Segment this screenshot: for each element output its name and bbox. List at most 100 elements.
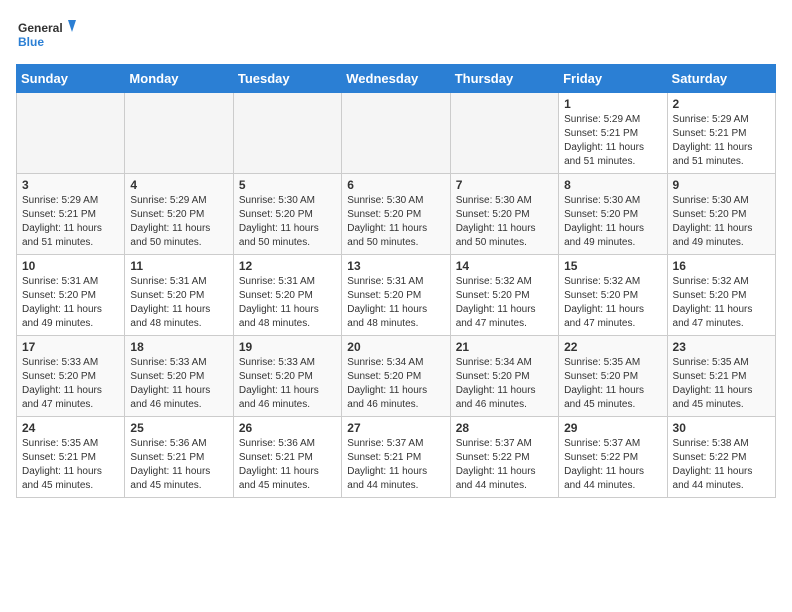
- calendar-week-1: 1 Sunrise: 5:29 AM Sunset: 5:21 PM Daylig…: [17, 93, 776, 174]
- day-number: 28: [456, 421, 553, 435]
- day-number: 7: [456, 178, 553, 192]
- calendar-cell: 9 Sunrise: 5:30 AM Sunset: 5:20 PM Daylig…: [667, 174, 775, 255]
- calendar-cell: 28 Sunrise: 5:37 AM Sunset: 5:22 PM Dayli…: [450, 417, 558, 498]
- day-number: 13: [347, 259, 444, 273]
- day-info: Sunrise: 5:29 AM Sunset: 5:21 PM Dayligh…: [22, 194, 119, 250]
- calendar-cell: 15 Sunrise: 5:32 AM Sunset: 5:20 PM Dayli…: [559, 255, 667, 336]
- day-number: 9: [673, 178, 770, 192]
- calendar-cell: 17 Sunrise: 5:33 AM Sunset: 5:20 PM Dayli…: [17, 336, 125, 417]
- calendar-cell: 5Sunrise: 5:30 AM Sunset: 5:20 PM Daylig…: [233, 174, 341, 255]
- day-number: 26: [239, 421, 336, 435]
- calendar-cell: 18 Sunrise: 5:33 AM Sunset: 5:20 PM Dayli…: [125, 336, 233, 417]
- calendar-week-3: 10 Sunrise: 5:31 AM Sunset: 5:20 PM Dayli…: [17, 255, 776, 336]
- calendar-cell: 4 Sunrise: 5:29 AM Sunset: 5:20 PM Daylig…: [125, 174, 233, 255]
- calendar-cell: 25 Sunrise: 5:36 AM Sunset: 5:21 PM Dayli…: [125, 417, 233, 498]
- day-number: 18: [130, 340, 227, 354]
- day-info: Sunrise: 5:36 AM Sunset: 5:21 PM Dayligh…: [239, 437, 336, 493]
- calendar-cell: 1 Sunrise: 5:29 AM Sunset: 5:21 PM Daylig…: [559, 93, 667, 174]
- day-number: 29: [564, 421, 661, 435]
- day-info: Sunrise: 5:29 AM Sunset: 5:20 PM Dayligh…: [130, 194, 227, 250]
- calendar-cell: 12 Sunrise: 5:31 AM Sunset: 5:20 PM Dayli…: [233, 255, 341, 336]
- day-info: Sunrise: 5:38 AM Sunset: 5:22 PM Dayligh…: [673, 437, 770, 493]
- calendar-cell: [342, 93, 450, 174]
- day-number: 16: [673, 259, 770, 273]
- day-info: Sunrise: 5:29 AM Sunset: 5:21 PM Dayligh…: [673, 113, 770, 169]
- calendar-cell: 24 Sunrise: 5:35 AM Sunset: 5:21 PM Dayli…: [17, 417, 125, 498]
- day-number: 15: [564, 259, 661, 273]
- day-number: 11: [130, 259, 227, 273]
- day-info: Sunrise: 5:31 AM Sunset: 5:20 PM Dayligh…: [239, 275, 336, 331]
- calendar-week-5: 24 Sunrise: 5:35 AM Sunset: 5:21 PM Dayli…: [17, 417, 776, 498]
- day-number: 30: [673, 421, 770, 435]
- day-number: 24: [22, 421, 119, 435]
- day-info: Sunrise: 5:30 AM Sunset: 5:20 PM Dayligh…: [673, 194, 770, 250]
- page-header: General Blue: [16, 16, 776, 56]
- calendar-cell: 19Sunrise: 5:33 AM Sunset: 5:20 PM Dayli…: [233, 336, 341, 417]
- calendar-table: SundayMondayTuesdayWednesdayThursdayFrid…: [16, 64, 776, 498]
- weekday-header-friday: Friday: [559, 65, 667, 93]
- day-info: Sunrise: 5:32 AM Sunset: 5:20 PM Dayligh…: [456, 275, 553, 331]
- calendar-cell: 8 Sunrise: 5:30 AM Sunset: 5:20 PM Daylig…: [559, 174, 667, 255]
- day-number: 6: [347, 178, 444, 192]
- calendar-cell: 30 Sunrise: 5:38 AM Sunset: 5:22 PM Dayli…: [667, 417, 775, 498]
- day-info: Sunrise: 5:33 AM Sunset: 5:20 PM Dayligh…: [22, 356, 119, 412]
- day-info: Sunrise: 5:34 AM Sunset: 5:20 PM Dayligh…: [456, 356, 553, 412]
- day-info: Sunrise: 5:35 AM Sunset: 5:21 PM Dayligh…: [673, 356, 770, 412]
- calendar-cell: 23 Sunrise: 5:35 AM Sunset: 5:21 PM Dayli…: [667, 336, 775, 417]
- day-number: 3: [22, 178, 119, 192]
- day-number: 25: [130, 421, 227, 435]
- calendar-cell: [125, 93, 233, 174]
- day-info: Sunrise: 5:37 AM Sunset: 5:21 PM Dayligh…: [347, 437, 444, 493]
- calendar-cell: 20 Sunrise: 5:34 AM Sunset: 5:20 PM Dayli…: [342, 336, 450, 417]
- day-info: Sunrise: 5:33 AM Sunset: 5:20 PM Dayligh…: [239, 356, 336, 412]
- weekday-header-tuesday: Tuesday: [233, 65, 341, 93]
- day-info: Sunrise: 5:30 AM Sunset: 5:20 PM Dayligh…: [347, 194, 444, 250]
- day-info: Sunrise: 5:36 AM Sunset: 5:21 PM Dayligh…: [130, 437, 227, 493]
- calendar-cell: 10 Sunrise: 5:31 AM Sunset: 5:20 PM Dayli…: [17, 255, 125, 336]
- calendar-cell: [233, 93, 341, 174]
- calendar-cell: [17, 93, 125, 174]
- calendar-cell: 11 Sunrise: 5:31 AM Sunset: 5:20 PM Dayli…: [125, 255, 233, 336]
- weekday-header-sunday: Sunday: [17, 65, 125, 93]
- day-number: 12: [239, 259, 336, 273]
- day-number: 1: [564, 97, 661, 111]
- calendar-cell: 6 Sunrise: 5:30 AM Sunset: 5:20 PM Daylig…: [342, 174, 450, 255]
- calendar-week-4: 17 Sunrise: 5:33 AM Sunset: 5:20 PM Dayli…: [17, 336, 776, 417]
- day-number: 10: [22, 259, 119, 273]
- day-info: Sunrise: 5:31 AM Sunset: 5:20 PM Dayligh…: [347, 275, 444, 331]
- day-info: Sunrise: 5:31 AM Sunset: 5:20 PM Dayligh…: [130, 275, 227, 331]
- day-number: 21: [456, 340, 553, 354]
- day-info: Sunrise: 5:34 AM Sunset: 5:20 PM Dayligh…: [347, 356, 444, 412]
- weekday-header-thursday: Thursday: [450, 65, 558, 93]
- day-info: Sunrise: 5:32 AM Sunset: 5:20 PM Dayligh…: [564, 275, 661, 331]
- weekday-header-wednesday: Wednesday: [342, 65, 450, 93]
- day-info: Sunrise: 5:35 AM Sunset: 5:20 PM Dayligh…: [564, 356, 661, 412]
- calendar-cell: 21 Sunrise: 5:34 AM Sunset: 5:20 PM Dayli…: [450, 336, 558, 417]
- day-info: Sunrise: 5:31 AM Sunset: 5:20 PM Dayligh…: [22, 275, 119, 331]
- day-number: 4: [130, 178, 227, 192]
- day-info: Sunrise: 5:30 AM Sunset: 5:20 PM Dayligh…: [564, 194, 661, 250]
- calendar-cell: 3 Sunrise: 5:29 AM Sunset: 5:21 PM Daylig…: [17, 174, 125, 255]
- day-info: Sunrise: 5:37 AM Sunset: 5:22 PM Dayligh…: [456, 437, 553, 493]
- calendar-cell: 14 Sunrise: 5:32 AM Sunset: 5:20 PM Dayli…: [450, 255, 558, 336]
- day-number: 20: [347, 340, 444, 354]
- day-info: Sunrise: 5:30 AM Sunset: 5:20 PM Dayligh…: [456, 194, 553, 250]
- day-number: 14: [456, 259, 553, 273]
- day-info: Sunrise: 5:33 AM Sunset: 5:20 PM Dayligh…: [130, 356, 227, 412]
- day-info: Sunrise: 5:32 AM Sunset: 5:20 PM Dayligh…: [673, 275, 770, 331]
- day-info: Sunrise: 5:29 AM Sunset: 5:21 PM Dayligh…: [564, 113, 661, 169]
- calendar-cell: 22 Sunrise: 5:35 AM Sunset: 5:20 PM Dayli…: [559, 336, 667, 417]
- day-number: 23: [673, 340, 770, 354]
- calendar-cell: 27 Sunrise: 5:37 AM Sunset: 5:21 PM Dayli…: [342, 417, 450, 498]
- day-number: 17: [22, 340, 119, 354]
- calendar-cell: [450, 93, 558, 174]
- day-info: Sunrise: 5:30 AM Sunset: 5:20 PM Dayligh…: [239, 194, 336, 250]
- day-info: Sunrise: 5:35 AM Sunset: 5:21 PM Dayligh…: [22, 437, 119, 493]
- weekday-header-saturday: Saturday: [667, 65, 775, 93]
- day-number: 22: [564, 340, 661, 354]
- day-number: 27: [347, 421, 444, 435]
- day-number: 2: [673, 97, 770, 111]
- day-number: 8: [564, 178, 661, 192]
- calendar-cell: 26 Sunrise: 5:36 AM Sunset: 5:21 PM Dayli…: [233, 417, 341, 498]
- weekday-header-row: SundayMondayTuesdayWednesdayThursdayFrid…: [17, 65, 776, 93]
